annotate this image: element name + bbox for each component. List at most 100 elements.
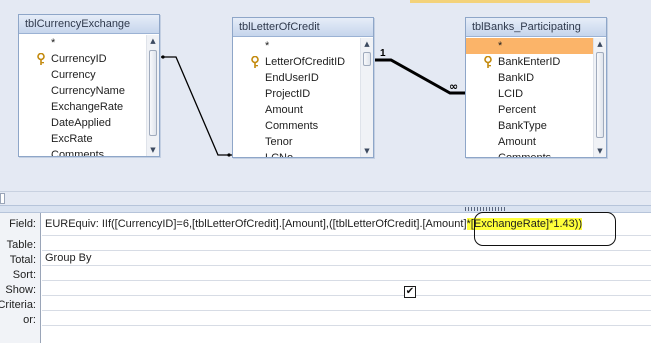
primary-key-icon: [250, 55, 260, 68]
table-cell[interactable]: [42, 236, 651, 251]
join-end-currency: [161, 55, 165, 59]
field-item[interactable]: DateApplied: [19, 115, 146, 131]
field-name: *: [51, 37, 56, 49]
show-cell[interactable]: [42, 281, 651, 296]
field-name: ExcRate: [51, 133, 93, 145]
field-name: CurrencyName: [51, 85, 125, 97]
field-item[interactable]: *: [233, 38, 360, 54]
field-item[interactable]: CurrencyName: [19, 83, 146, 99]
field-name: LCID: [498, 88, 524, 100]
field-name: Percent: [498, 104, 536, 116]
field-list-scrollbar[interactable]: ▲ ▼: [146, 35, 159, 156]
field-list[interactable]: * CurrencyID Currency CurrencyName ExchangeR…: [19, 35, 146, 156]
scroll-down-icon[interactable]: ▼: [147, 144, 159, 156]
scroll-thumb[interactable]: [363, 52, 371, 66]
field-cell[interactable]: EUREquiv: IIf([CurrencyID]=6,[tblLetterO…: [42, 213, 651, 236]
row-label-criteria: Criteria:: [0, 299, 36, 311]
field-list[interactable]: * BankEnterID BankID LCID Percent BankType Amo…: [466, 38, 593, 157]
field-item[interactable]: LetterOfCreditID: [233, 54, 360, 70]
field-name: Amount: [498, 136, 536, 148]
row-label-total: Total:: [9, 254, 36, 266]
splitter-grip[interactable]: [465, 207, 505, 211]
field-item[interactable]: EndUserID: [233, 70, 360, 86]
grid-column-1: EUREquiv: IIf([CurrencyID]=6,[tblLetterO…: [42, 213, 651, 343]
field-item[interactable]: Amount: [466, 134, 593, 150]
field-item[interactable]: Tenor: [233, 134, 360, 150]
primary-key-icon: [483, 55, 493, 68]
field-name: Comments: [265, 120, 319, 132]
or-cell[interactable]: [42, 311, 651, 326]
join-line-currency-lc: [157, 56, 234, 156]
table-tblBanks_Participating[interactable]: tblBanks_Participating * BankEnterID BankI…: [465, 17, 607, 158]
table-title[interactable]: tblBanks_Participating: [466, 18, 606, 37]
field-item[interactable]: LCNo: [233, 150, 360, 157]
field-name: Tenor: [265, 136, 293, 148]
field-list-scrollbar[interactable]: ▲ ▼: [593, 38, 606, 157]
field-item[interactable]: Amount: [233, 102, 360, 118]
query-design-canvas[interactable]: 1 ∞ tblCurrencyExchange * CurrencyID Curre…: [0, 0, 651, 191]
field-item[interactable]: ExcRate: [19, 131, 146, 147]
field-name: EndUserID: [265, 72, 319, 84]
field-item[interactable]: Comments: [233, 118, 360, 134]
design-grid: Field: Table: Total: Sort: Show: Criteri…: [0, 213, 651, 343]
field-name: CurrencyID: [51, 53, 107, 65]
field-item[interactable]: CurrencyID: [19, 51, 146, 67]
table-title[interactable]: tblCurrencyExchange: [19, 15, 159, 34]
field-name: Currency: [51, 69, 96, 81]
grid-row-labels: Field: Table: Total: Sort: Show: Criteri…: [0, 213, 41, 343]
table-title[interactable]: tblLetterOfCredit: [233, 18, 373, 37]
field-item[interactable]: LCID: [466, 86, 593, 102]
join-end-lc: [227, 153, 231, 157]
row-label-or: or:: [23, 314, 36, 326]
show-checkbox[interactable]: ✔: [404, 286, 416, 298]
field-name: DateApplied: [51, 117, 111, 129]
field-item[interactable]: Percent: [466, 102, 593, 118]
field-item[interactable]: BankID: [466, 70, 593, 86]
field-item[interactable]: *: [466, 38, 593, 54]
field-item[interactable]: ProjectID: [233, 86, 360, 102]
total-cell[interactable]: Group By: [42, 251, 651, 266]
field-name: LCNo: [265, 152, 293, 157]
row-label-field: Field:: [9, 218, 36, 230]
field-name: Comments: [498, 152, 551, 157]
field-name: *: [498, 40, 503, 52]
scroll-up-icon[interactable]: ▲: [361, 38, 373, 50]
field-name: BankID: [498, 72, 535, 84]
scroll-down-icon[interactable]: ▼: [361, 145, 373, 157]
field-name: Comments: [51, 149, 105, 156]
field-list[interactable]: * LetterOfCreditID EndUserID ProjectID Amoun…: [233, 38, 360, 157]
field-item[interactable]: Comments: [19, 147, 146, 156]
field-item[interactable]: BankType: [466, 118, 593, 134]
row-label-show: Show:: [5, 284, 36, 296]
field-item[interactable]: ExchangeRate: [19, 99, 146, 115]
field-list-scrollbar[interactable]: ▲ ▼: [360, 38, 373, 157]
field-expression-highlight: *[ExchangeRate]*1.43)): [466, 218, 583, 230]
row-label-table: Table:: [6, 239, 36, 251]
relationship-many-label: ∞: [449, 80, 458, 93]
field-name: Amount: [265, 104, 303, 116]
table-tblCurrencyExchange[interactable]: tblCurrencyExchange * CurrencyID Currency C…: [18, 14, 160, 157]
canvas-horizontal-scrollbar[interactable]: [0, 191, 651, 205]
scroll-thumb[interactable]: [0, 193, 5, 204]
scroll-thumb[interactable]: [596, 52, 604, 138]
field-item[interactable]: BankEnterID: [466, 54, 593, 70]
field-name: BankEnterID: [498, 56, 561, 68]
scroll-down-icon[interactable]: ▼: [594, 145, 606, 157]
field-name: *: [265, 40, 270, 52]
field-name: LetterOfCreditID: [265, 56, 346, 68]
sort-cell[interactable]: [42, 266, 651, 281]
field-expression: EUREquiv: IIf([CurrencyID]=6,[tblLetterO…: [45, 218, 467, 230]
scroll-up-icon[interactable]: ▲: [147, 35, 159, 47]
field-name: ProjectID: [265, 88, 311, 100]
scroll-up-icon[interactable]: ▲: [594, 38, 606, 50]
field-name: BankType: [498, 120, 547, 132]
field-item[interactable]: Currency: [19, 67, 146, 83]
field-item[interactable]: Comments: [466, 150, 593, 157]
scroll-thumb[interactable]: [149, 50, 157, 136]
criteria-cell[interactable]: [42, 296, 651, 311]
primary-key-icon: [36, 52, 46, 65]
table-tblLetterOfCredit[interactable]: tblLetterOfCredit * LetterOfCreditID EndUs…: [232, 17, 374, 158]
row-label-sort: Sort:: [12, 269, 36, 281]
pane-splitter[interactable]: [0, 205, 651, 213]
field-item[interactable]: *: [19, 35, 146, 51]
